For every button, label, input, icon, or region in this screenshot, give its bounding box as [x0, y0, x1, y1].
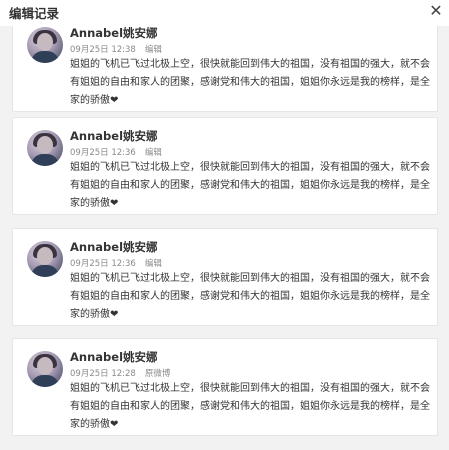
dialog-header: 编辑记录 ✕ — [0, 0, 449, 26]
record-action-label: 原微博 — [144, 369, 171, 379]
record-action-label: 编辑 — [144, 148, 162, 158]
edit-record-list[interactable]: Annabel姚安娜 09月25日 12:38 编辑 姐姐的飞机已飞过北极上空，很… — [0, 14, 449, 450]
avatar[interactable] — [27, 130, 63, 166]
avatar[interactable] — [27, 241, 63, 277]
record-card: Annabel姚安娜 09月25日 12:38 编辑 姐姐的飞机已飞过北极上空，很… — [12, 14, 438, 112]
record-meta: 09月25日 12:36 编辑 — [70, 257, 162, 269]
record-time: 09月25日 12:28 — [70, 369, 136, 379]
record-text: 姐姐的飞机已飞过北极上空，很快就能回到伟大的祖国，没有祖国的强大，就不会有姐姐的… — [70, 59, 430, 106]
record-meta: 09月25日 12:36 编辑 — [70, 146, 162, 158]
dialog-title: 编辑记录 — [9, 6, 60, 21]
avatar[interactable] — [27, 27, 63, 63]
record-card: Annabel姚安娜 09月25日 12:28 原微博 姐姐的飞机已飞过北极上空，… — [12, 338, 438, 436]
record-time: 09月25日 12:36 — [70, 148, 136, 158]
record-text: 姐姐的飞机已飞过北极上空，很快就能回到伟大的祖国，没有祖国的强大，就不会有姐姐的… — [70, 162, 430, 209]
user-name[interactable]: Annabel姚安娜 — [70, 128, 158, 144]
user-name[interactable]: Annabel姚安娜 — [70, 25, 158, 41]
record-time: 09月25日 12:36 — [70, 259, 136, 269]
avatar[interactable] — [27, 351, 63, 387]
record-card: Annabel姚安娜 09月25日 12:36 编辑 姐姐的飞机已飞过北极上空，很… — [12, 117, 438, 215]
record-card: Annabel姚安娜 09月25日 12:36 编辑 姐姐的飞机已飞过北极上空，很… — [12, 228, 438, 326]
record-action-label: 编辑 — [144, 259, 162, 269]
record-text: 姐姐的飞机已飞过北极上空，很快就能回到伟大的祖国，没有祖国的强大，就不会有姐姐的… — [70, 273, 430, 320]
record-time: 09月25日 12:38 — [70, 45, 136, 55]
user-name[interactable]: Annabel姚安娜 — [70, 349, 158, 365]
record-meta: 09月25日 12:28 原微博 — [70, 367, 170, 379]
record-meta: 09月25日 12:38 编辑 — [70, 43, 162, 55]
user-name[interactable]: Annabel姚安娜 — [70, 239, 158, 255]
record-action-label: 编辑 — [144, 45, 162, 55]
close-icon[interactable]: ✕ — [427, 2, 445, 20]
record-text: 姐姐的飞机已飞过北极上空，很快就能回到伟大的祖国，没有祖国的强大，就不会有姐姐的… — [70, 383, 430, 430]
